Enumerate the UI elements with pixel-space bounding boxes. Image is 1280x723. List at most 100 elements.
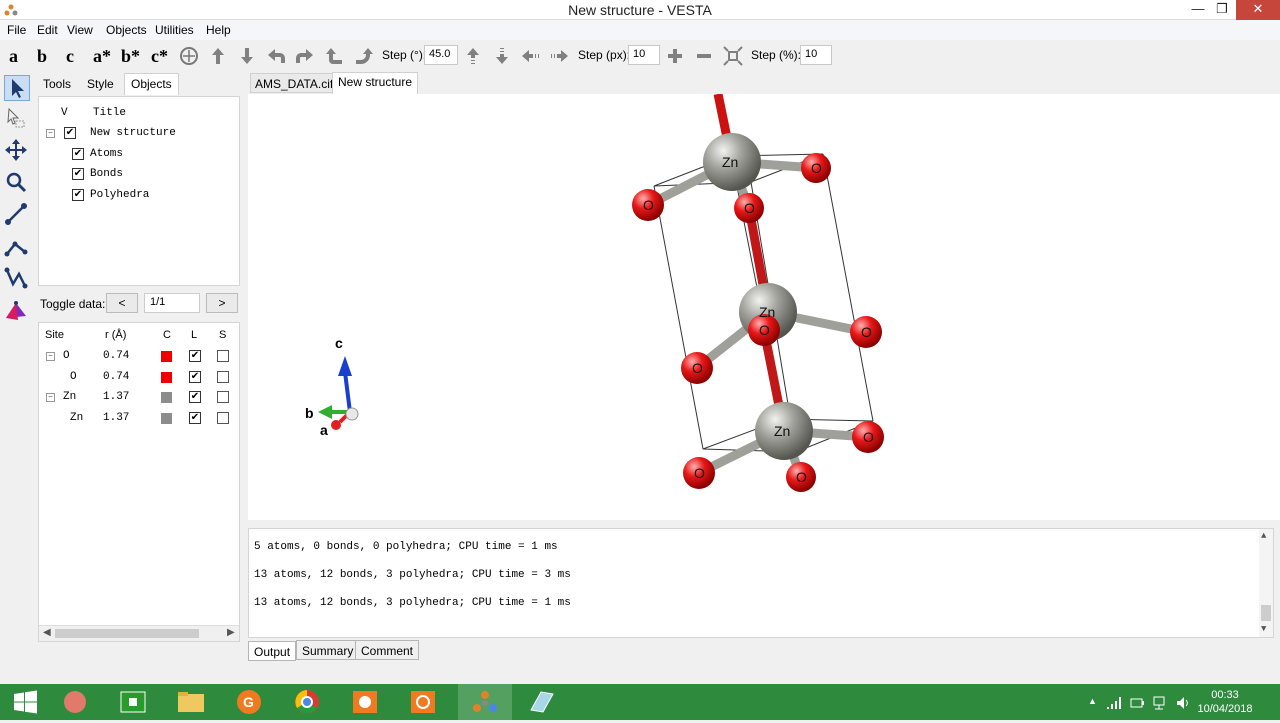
- menu-view[interactable]: View: [67, 23, 93, 37]
- view-along-c-star-button[interactable]: c*: [151, 46, 168, 67]
- structure-viewport[interactable]: Zn Zn Zn O O O O O O O O O c b a: [248, 93, 1280, 520]
- tab-output[interactable]: Output: [248, 641, 297, 661]
- restore-button[interactable]: ❐: [1208, 0, 1236, 20]
- site-label-checkbox[interactable]: ✔: [189, 350, 201, 362]
- tree-collapse-toggle[interactable]: −: [46, 129, 55, 138]
- move-left-icon[interactable]: [521, 46, 541, 66]
- toggle-data-input[interactable]: 1/1: [144, 293, 200, 313]
- network-icon[interactable]: [1152, 695, 1166, 711]
- site-color-swatch[interactable]: [161, 413, 172, 424]
- rotate-down-icon[interactable]: [237, 46, 257, 66]
- atoms-checkbox[interactable]: ✔: [72, 148, 84, 160]
- orientation-matrix-icon[interactable]: [179, 46, 199, 66]
- distance-tool-button[interactable]: [4, 202, 30, 228]
- start-button[interactable]: [0, 684, 54, 720]
- fit-to-screen-icon[interactable]: [723, 46, 743, 66]
- site-radius[interactable]: 0.74: [103, 350, 129, 362]
- tree-root-label[interactable]: New structure: [90, 123, 176, 143]
- tab-new-structure[interactable]: New structure: [332, 72, 419, 94]
- vertical-scrollbar[interactable]: ▲ ▼: [1259, 529, 1273, 637]
- menu-help[interactable]: Help: [206, 23, 231, 37]
- site-name[interactable]: O: [70, 371, 77, 383]
- tree-item-bonds[interactable]: Bonds: [90, 164, 123, 184]
- site-radius[interactable]: 1.37: [103, 391, 129, 403]
- site-color-swatch[interactable]: [161, 392, 172, 403]
- site-color-swatch[interactable]: [161, 351, 172, 362]
- zoom-out-icon[interactable]: [694, 46, 714, 66]
- tab-tools[interactable]: Tools: [36, 73, 78, 95]
- taskbar-store[interactable]: [106, 684, 160, 720]
- move-right-icon[interactable]: [549, 46, 569, 66]
- site-name[interactable]: Zn: [70, 412, 83, 424]
- volume-icon[interactable]: [1175, 695, 1191, 711]
- select-region-button[interactable]: [4, 106, 30, 132]
- output-log[interactable]: 5 atoms, 0 bonds, 0 polyhedra; CPU time …: [248, 528, 1274, 638]
- step-deg-input[interactable]: 45.0: [424, 45, 458, 65]
- site-color-swatch[interactable]: [161, 372, 172, 383]
- toggle-next-button[interactable]: >: [206, 293, 238, 313]
- site-name[interactable]: O: [63, 350, 70, 362]
- translate-tool-button[interactable]: [4, 138, 30, 164]
- tree-item-polyhedra[interactable]: Polyhedra: [90, 185, 149, 205]
- step-increase-icon[interactable]: [463, 46, 483, 66]
- dihedral-tool-button[interactable]: [4, 266, 30, 292]
- select-tool-button[interactable]: [4, 75, 30, 101]
- tree-item-atoms[interactable]: Atoms: [90, 144, 123, 164]
- site-radius[interactable]: 0.74: [103, 371, 129, 383]
- horizontal-scrollbar[interactable]: ◀ ▶: [39, 625, 239, 641]
- magnify-tool-button[interactable]: [4, 170, 30, 196]
- menu-edit[interactable]: Edit: [37, 23, 58, 37]
- rotate-left-icon[interactable]: [266, 46, 286, 66]
- zoom-in-icon[interactable]: [665, 46, 685, 66]
- taskbar-recorder[interactable]: [338, 684, 392, 720]
- site-label-checkbox[interactable]: ✔: [189, 371, 201, 383]
- taskbar-vesta[interactable]: [458, 684, 512, 720]
- polyhedra-checkbox[interactable]: ✔: [72, 189, 84, 201]
- step-px-input[interactable]: 10: [628, 45, 660, 65]
- menu-utilities[interactable]: Utilities: [155, 23, 194, 37]
- site-label-checkbox[interactable]: ✔: [189, 391, 201, 403]
- site-show-checkbox[interactable]: [217, 391, 229, 403]
- tab-summary[interactable]: Summary: [296, 640, 360, 660]
- taskbar-explorer[interactable]: [164, 684, 218, 720]
- site-show-checkbox[interactable]: [217, 371, 229, 383]
- site-name[interactable]: Zn: [63, 391, 76, 403]
- signal-icon[interactable]: [1106, 696, 1122, 710]
- clock[interactable]: 00:33 10/04/2018: [1190, 688, 1260, 716]
- scroll-right-icon[interactable]: ▶: [227, 627, 235, 639]
- taskbar-chrome[interactable]: [280, 684, 334, 720]
- site-radius[interactable]: 1.37: [103, 412, 129, 424]
- taskbar-app[interactable]: [514, 684, 568, 720]
- taskbar-app[interactable]: [48, 684, 102, 720]
- site-o-collapse[interactable]: −: [46, 352, 55, 361]
- scroll-up-icon[interactable]: ▲: [1261, 531, 1266, 541]
- scroll-down-icon[interactable]: ▼: [1261, 624, 1266, 634]
- site-zn-collapse[interactable]: −: [46, 393, 55, 402]
- step-decrease-icon[interactable]: [492, 46, 512, 66]
- view-along-c-button[interactable]: c: [66, 46, 74, 67]
- lattice-plane-tool-button[interactable]: [4, 300, 30, 326]
- tab-comment[interactable]: Comment: [355, 640, 420, 660]
- close-button[interactable]: ✕: [1236, 0, 1280, 20]
- site-show-checkbox[interactable]: [217, 412, 229, 424]
- angle-tool-button[interactable]: [4, 234, 30, 260]
- view-along-a-star-button[interactable]: a*: [93, 46, 111, 67]
- scroll-thumb[interactable]: [55, 629, 199, 638]
- taskbar-camera[interactable]: [396, 684, 450, 720]
- menu-objects[interactable]: Objects: [106, 23, 147, 37]
- scroll-left-icon[interactable]: ◀: [43, 627, 51, 639]
- taskbar-pdf[interactable]: G: [222, 684, 276, 720]
- rotate-up-icon[interactable]: [208, 46, 228, 66]
- rotate-cw-icon[interactable]: [354, 46, 374, 66]
- tab-objects[interactable]: Objects: [124, 73, 179, 95]
- tree-root-checkbox[interactable]: ✔: [64, 127, 76, 139]
- tab-ams-data[interactable]: AMS_DATA.cif: [250, 73, 339, 93]
- view-along-b-button[interactable]: b: [37, 46, 47, 67]
- site-label-checkbox[interactable]: ✔: [189, 412, 201, 424]
- tray-expand-icon[interactable]: ▲: [1088, 696, 1097, 706]
- bonds-checkbox[interactable]: ✔: [72, 168, 84, 180]
- menu-file[interactable]: File: [7, 23, 26, 37]
- tab-style[interactable]: Style: [80, 73, 121, 95]
- rotate-ccw-icon[interactable]: [325, 46, 345, 66]
- site-show-checkbox[interactable]: [217, 350, 229, 362]
